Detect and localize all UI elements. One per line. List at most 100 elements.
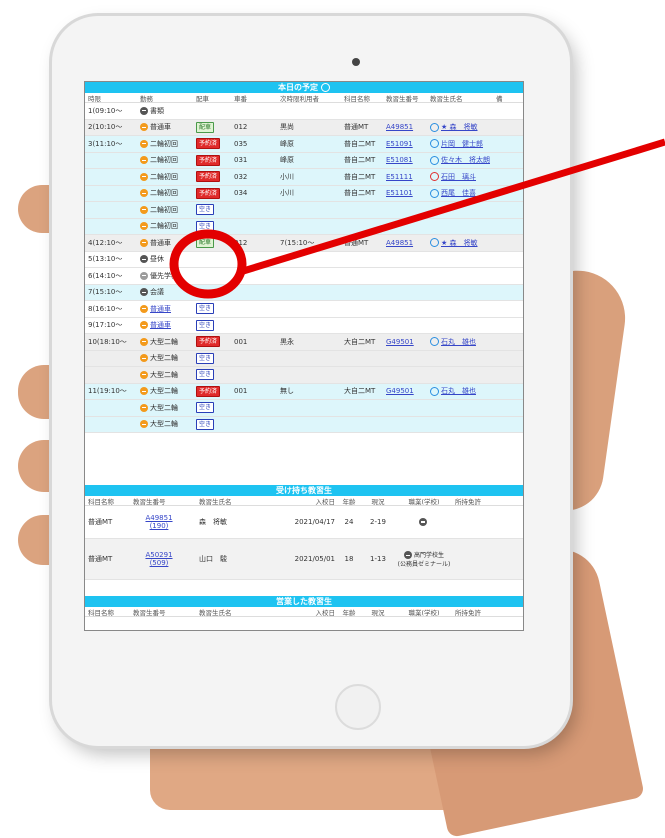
enroll-date-cell: 2021/05/01 [294, 555, 335, 563]
student-name-cell[interactable]: 石田 璃斗 [430, 172, 496, 182]
dispatch-badge[interactable]: 空き [196, 303, 215, 315]
student-name-cell[interactable]: 佐々木 将太朗 [430, 155, 496, 165]
student-number-link[interactable]: E51081 [386, 156, 430, 164]
dispatch-badge[interactable]: 空き [196, 418, 215, 430]
student-number-link[interactable]: E51101 [386, 189, 430, 197]
student-number-link[interactable]: G49501 [386, 338, 430, 346]
student-number-link[interactable]: A49851 [386, 239, 430, 247]
schedule-row: 7(15:10～ 会議 [85, 284, 523, 301]
dispatch-badge[interactable]: 空き [196, 319, 215, 331]
schedule-row: 二輪初回 予約済 032 小川 普自二MT E51111 石田 璃斗 [85, 169, 523, 186]
subject-cell: 大自二MT [344, 387, 376, 396]
enroll-date-cell: 2021/04/17 [294, 518, 335, 526]
col-header: 現況 [371, 497, 385, 506]
schedule-row: 1(09:10～ 書類 [85, 103, 523, 120]
dispatch-badge[interactable]: 配車 [196, 237, 215, 249]
assigned-row: 普通MT A50291 (509) 山口 駿 2021/05/01 18 1-13 高門学校生… [85, 539, 523, 580]
student-number-cell[interactable]: A50291 (509) [133, 551, 185, 567]
next-user-cell: 黒尚 [280, 123, 294, 132]
student-name-link[interactable]: 佐々木 将太朗 [441, 156, 490, 164]
status-icon [140, 255, 148, 264]
dispatch-badge[interactable]: 空き [196, 402, 215, 414]
schedule-row: 二輪初回 空き [85, 218, 523, 235]
col-header: 科目名称 [88, 497, 114, 506]
schedule-row: 9(17:10～ 普通車 空き [85, 317, 523, 334]
activity-cell[interactable]: 普通車 [140, 304, 196, 314]
student-name-cell[interactable]: 石丸 雄也 [430, 386, 496, 396]
schedule-columns: 時限 勤務 配車 車番 次時限利用者 科目名称 教習生番号 教習生氏名 備 [85, 93, 523, 103]
dispatch-badge[interactable]: 空き [196, 352, 215, 364]
activity-label: 二輪初回 [150, 205, 178, 214]
student-name-link[interactable]: 西尾 佳喜 [441, 189, 476, 197]
dispatch-badge[interactable]: 予約済 [196, 187, 221, 199]
student-name-cell[interactable]: 西尾 佳喜 [430, 188, 496, 198]
home-button[interactable] [335, 684, 381, 730]
schedule-row: 8(16:10～ 普通車 空き [85, 301, 523, 318]
status-icon [140, 304, 148, 313]
schedule-row: 4(12:10～ 普通車 配車 012 7(15:10～ 普通MT A49851 ★ 森 将敏 [85, 235, 523, 252]
job-cell: 高門学校生 (公務員ゼミナール) [393, 550, 455, 568]
dispatch-cell: 予約済 [196, 385, 234, 397]
student-name-link[interactable]: ★ 森 将敏 [441, 239, 478, 247]
dispatch-badge[interactable]: 空き [196, 369, 215, 381]
activity-cell[interactable]: 普通車 [140, 320, 196, 330]
status-icon [140, 238, 148, 247]
activity-label: 二輪初回 [150, 222, 178, 231]
student-name-link[interactable]: 石田 璃斗 [441, 173, 476, 181]
person-icon [430, 188, 439, 198]
period-cell: 7(15:10～ [88, 288, 123, 297]
status-icon [140, 387, 148, 396]
student-name-link[interactable]: 片岡 健士郎 [441, 140, 483, 148]
dispatch-badge[interactable]: 予約済 [196, 154, 221, 166]
col-header: 教習生氏名 [430, 94, 463, 103]
student-name-cell[interactable]: ★ 森 将敏 [430, 122, 496, 132]
student-number-link[interactable]: G49501 [386, 387, 430, 395]
status-icon [140, 172, 148, 181]
person-icon [430, 139, 439, 149]
student-number-link[interactable]: A49851 [386, 123, 430, 131]
student-name-link[interactable]: ★ 森 将敏 [441, 123, 478, 131]
student-name-cell[interactable]: 片岡 健士郎 [430, 139, 496, 149]
dispatch-badge[interactable]: 予約済 [196, 385, 221, 397]
activity-label[interactable]: 普通車 [150, 321, 171, 329]
student-sub-link[interactable]: (509) [150, 559, 169, 567]
subject-cell: 普通MT [344, 238, 369, 247]
school-icon [403, 551, 412, 560]
activity-cell: 二輪初回 [140, 188, 196, 198]
student-number-link[interactable]: A50291 [145, 551, 172, 559]
refresh-icon[interactable] [321, 83, 330, 92]
next-user-cell: 7(15:10～ [280, 238, 315, 247]
student-name-cell[interactable]: 石丸 雄也 [430, 337, 496, 347]
dispatch-badge[interactable]: 予約済 [196, 336, 221, 348]
car-number-cell: 001 [234, 337, 248, 346]
dispatch-badge[interactable]: 配車 [196, 121, 215, 133]
dispatch-badge[interactable]: 空き [196, 220, 215, 232]
dispatch-badge[interactable]: 予約済 [196, 138, 221, 150]
dispatch-badge[interactable]: 予約済 [196, 171, 221, 183]
student-name-link[interactable]: 石丸 雄也 [441, 338, 476, 346]
activity-label[interactable]: 普通車 [150, 305, 171, 313]
student-number-link[interactable]: E51091 [386, 140, 430, 148]
age-cell: 18 [344, 555, 354, 563]
student-number-link[interactable]: A49851 [145, 514, 172, 522]
col-header: 現況 [371, 608, 385, 617]
student-sub-link[interactable]: (190) [150, 522, 169, 530]
activity-label: 会議 [150, 288, 164, 297]
job-cell [393, 518, 455, 526]
period-cell: 3(11:10～ [88, 139, 123, 148]
dispatch-cell: 予約済 [196, 171, 234, 183]
student-name-cell[interactable]: ★ 森 将敏 [430, 238, 496, 248]
dispatch-badge[interactable]: 空き [196, 204, 215, 216]
activity-label: 普通車 [150, 123, 171, 132]
student-number-cell[interactable]: A49851 (190) [133, 514, 185, 530]
activity-label: 大型二輪 [150, 403, 178, 412]
activity-cell: 二輪初回 [140, 205, 196, 215]
student-name-link[interactable]: 石丸 雄也 [441, 387, 476, 395]
dispatch-cell: 予約済 [196, 154, 234, 166]
status-icon [140, 123, 148, 132]
student-number-link[interactable]: E51111 [386, 173, 430, 181]
subject-cell: 普通MT [344, 123, 369, 132]
col-header: 教習生番号 [133, 608, 166, 617]
col-header: 所持免許 [455, 608, 481, 617]
subject-cell: 普自二MT [344, 156, 376, 165]
